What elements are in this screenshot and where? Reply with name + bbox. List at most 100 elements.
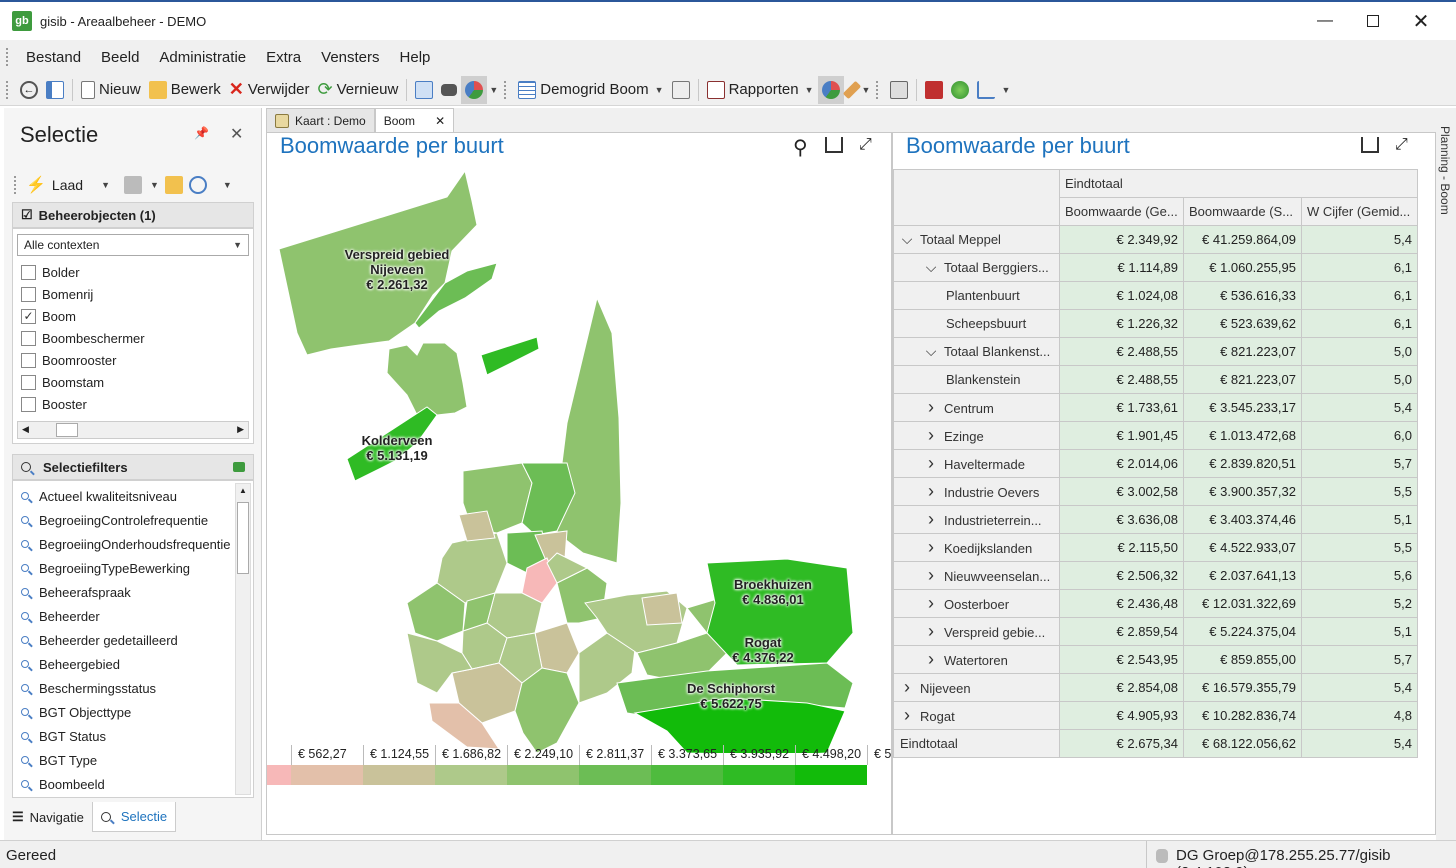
menu-help[interactable]: Help: [390, 49, 441, 66]
row-header[interactable]: ⌵ Totaal Meppel: [893, 225, 1060, 254]
chevron-right-icon[interactable]: ›: [900, 705, 914, 726]
menu-administratie[interactable]: Administratie: [149, 49, 256, 66]
object-checkbox-row[interactable]: Bomenrij: [13, 283, 253, 305]
row-header[interactable]: ⌵ Totaal Berggiers...: [893, 253, 1060, 282]
filter-item[interactable]: Beheerder: [13, 604, 253, 628]
binoculars-button[interactable]: [437, 76, 461, 104]
chevron-right-icon[interactable]: ›: [924, 509, 938, 530]
map-theme-button[interactable]: [461, 75, 488, 104]
beheerobjecten-header[interactable]: ☑ Beheerobjecten (1): [12, 202, 254, 228]
filter-item[interactable]: BGT Status: [13, 724, 253, 748]
rapporten-button[interactable]: Rapporten ▼: [703, 76, 818, 104]
bewerk-button[interactable]: Bewerk: [145, 76, 225, 104]
row-header[interactable]: › Industrieterrein...: [893, 505, 1060, 534]
selectiefilters-header[interactable]: Selectiefilters: [12, 454, 254, 480]
chevron-right-icon[interactable]: ›: [924, 397, 938, 418]
book-button[interactable]: [921, 76, 947, 104]
context-select[interactable]: Alle contexten ▼: [17, 234, 249, 256]
object-checkbox-row[interactable]: Boombeschermer: [13, 327, 253, 349]
laad-dropdown-icon[interactable]: ▼: [101, 180, 110, 190]
object-checkbox-row[interactable]: Boomstam: [13, 371, 253, 393]
column-header[interactable]: Boomwaarde (S...: [1183, 197, 1302, 226]
chevron-down-icon[interactable]: ⌵: [924, 343, 938, 360]
map-region[interactable]: [480, 336, 540, 376]
chart-button[interactable]: [973, 76, 999, 104]
row-header[interactable]: › Haveltermade: [893, 449, 1060, 478]
maximize-button[interactable]: [1350, 2, 1396, 40]
close-pane-icon[interactable]: ✕: [230, 124, 243, 144]
vernieuw-button[interactable]: ⟳ Vernieuw: [314, 76, 403, 104]
filter-item[interactable]: BGT Objecttype: [13, 700, 253, 724]
alarm-clock-icon[interactable]: [188, 176, 207, 194]
chevron-right-icon[interactable]: ›: [924, 537, 938, 558]
map-region[interactable]: [641, 592, 683, 626]
object-checkbox-row[interactable]: ✓ Boom: [13, 305, 253, 327]
cube-dropdown-icon[interactable]: ▼: [150, 180, 159, 190]
share-icon[interactable]: [1361, 137, 1379, 153]
planning-boom-tab[interactable]: Planning - Boom: [1438, 126, 1452, 215]
scroll-thumb[interactable]: [237, 502, 249, 574]
row-header[interactable]: › Oosterboer: [893, 589, 1060, 618]
filter-tool-icon[interactable]: [233, 462, 245, 472]
row-header[interactable]: › Watertoren: [893, 645, 1060, 674]
object-checkbox-row[interactable]: Boomrooster: [13, 349, 253, 371]
row-header[interactable]: Eindtotaal: [893, 729, 1060, 758]
export-button[interactable]: [668, 76, 694, 104]
horizontal-scrollbar[interactable]: ◀ ▶: [17, 421, 249, 439]
filter-item[interactable]: BegroeiingOnderhoudsfrequentie: [13, 532, 253, 556]
thematic-map-button[interactable]: [817, 75, 844, 104]
chevron-right-icon[interactable]: ›: [924, 453, 938, 474]
checkbox[interactable]: [21, 374, 36, 390]
checkbox[interactable]: [21, 264, 36, 280]
checkbox[interactable]: ✓: [21, 308, 36, 324]
close-button[interactable]: ✕: [1398, 2, 1444, 40]
chevron-right-icon[interactable]: ›: [924, 593, 938, 614]
verwijder-button[interactable]: ✕ Verwijder: [225, 76, 314, 104]
filter-item[interactable]: Boombeeld: [13, 772, 253, 796]
tab-selectie[interactable]: Selectie: [91, 802, 177, 832]
row-header[interactable]: › Nieuwveenselan...: [893, 561, 1060, 590]
row-header[interactable]: Blankenstein: [893, 365, 1060, 394]
filter-item[interactable]: Beschermingsstatus: [13, 676, 253, 700]
row-header[interactable]: › Centrum: [893, 393, 1060, 422]
chevron-right-icon[interactable]: ›: [900, 677, 914, 698]
checkbox[interactable]: [21, 352, 36, 368]
row-header[interactable]: ⌵ Totaal Blankenst...: [893, 337, 1060, 366]
panel-toggle-button[interactable]: [42, 76, 68, 104]
column-header[interactable]: Boomwaarde (Ge...: [1059, 197, 1184, 226]
row-header[interactable]: Scheepsbuurt: [893, 309, 1060, 338]
close-tab-icon[interactable]: ✕: [435, 114, 445, 128]
filter-item[interactable]: Beheergebied: [13, 652, 253, 676]
chevron-down-icon[interactable]: ⌵: [924, 259, 938, 276]
scroll-thumb[interactable]: [56, 423, 78, 437]
row-header[interactable]: Plantenbuurt: [893, 281, 1060, 310]
edit-form-button[interactable]: [411, 76, 437, 104]
map-region[interactable]: [556, 296, 622, 564]
filter-item[interactable]: Beheerafspraak: [13, 580, 253, 604]
map-theme-dropdown-icon[interactable]: ▼: [489, 85, 498, 95]
menu-beeld[interactable]: Beeld: [91, 49, 149, 66]
row-header[interactable]: › Ezinge: [893, 421, 1060, 450]
map-region[interactable]: [514, 667, 580, 753]
row-header[interactable]: › Verspreid gebie...: [893, 617, 1060, 646]
chevron-right-icon[interactable]: ›: [924, 425, 938, 446]
laad-button[interactable]: Laad: [52, 177, 83, 193]
scroll-up-icon[interactable]: ▲: [239, 486, 247, 495]
zoom-search-icon[interactable]: ⚲: [793, 135, 808, 160]
chevron-right-icon[interactable]: ›: [924, 621, 938, 642]
checkbox[interactable]: [21, 286, 36, 302]
row-header[interactable]: › Rogat: [893, 701, 1060, 730]
row-header[interactable]: › Nijeveen: [893, 673, 1060, 702]
chevron-right-icon[interactable]: ›: [924, 649, 938, 670]
print-button[interactable]: [886, 76, 912, 104]
chevron-right-icon[interactable]: ›: [924, 565, 938, 586]
tab-kaart-demo[interactable]: Kaart : Demo: [266, 108, 375, 132]
filter-item[interactable]: Beheerder gedetailleerd: [13, 628, 253, 652]
scroll-right-icon[interactable]: ▶: [237, 424, 244, 435]
filter-item[interactable]: Actueel kwaliteitsniveau: [13, 484, 253, 508]
object-checkbox-row[interactable]: Bolder: [13, 261, 253, 283]
object-checkbox-row[interactable]: Booster: [13, 393, 253, 415]
menu-vensters[interactable]: Vensters: [311, 49, 389, 66]
cube-icon[interactable]: [124, 176, 142, 194]
tab-boom[interactable]: Boom ✕: [374, 108, 455, 132]
